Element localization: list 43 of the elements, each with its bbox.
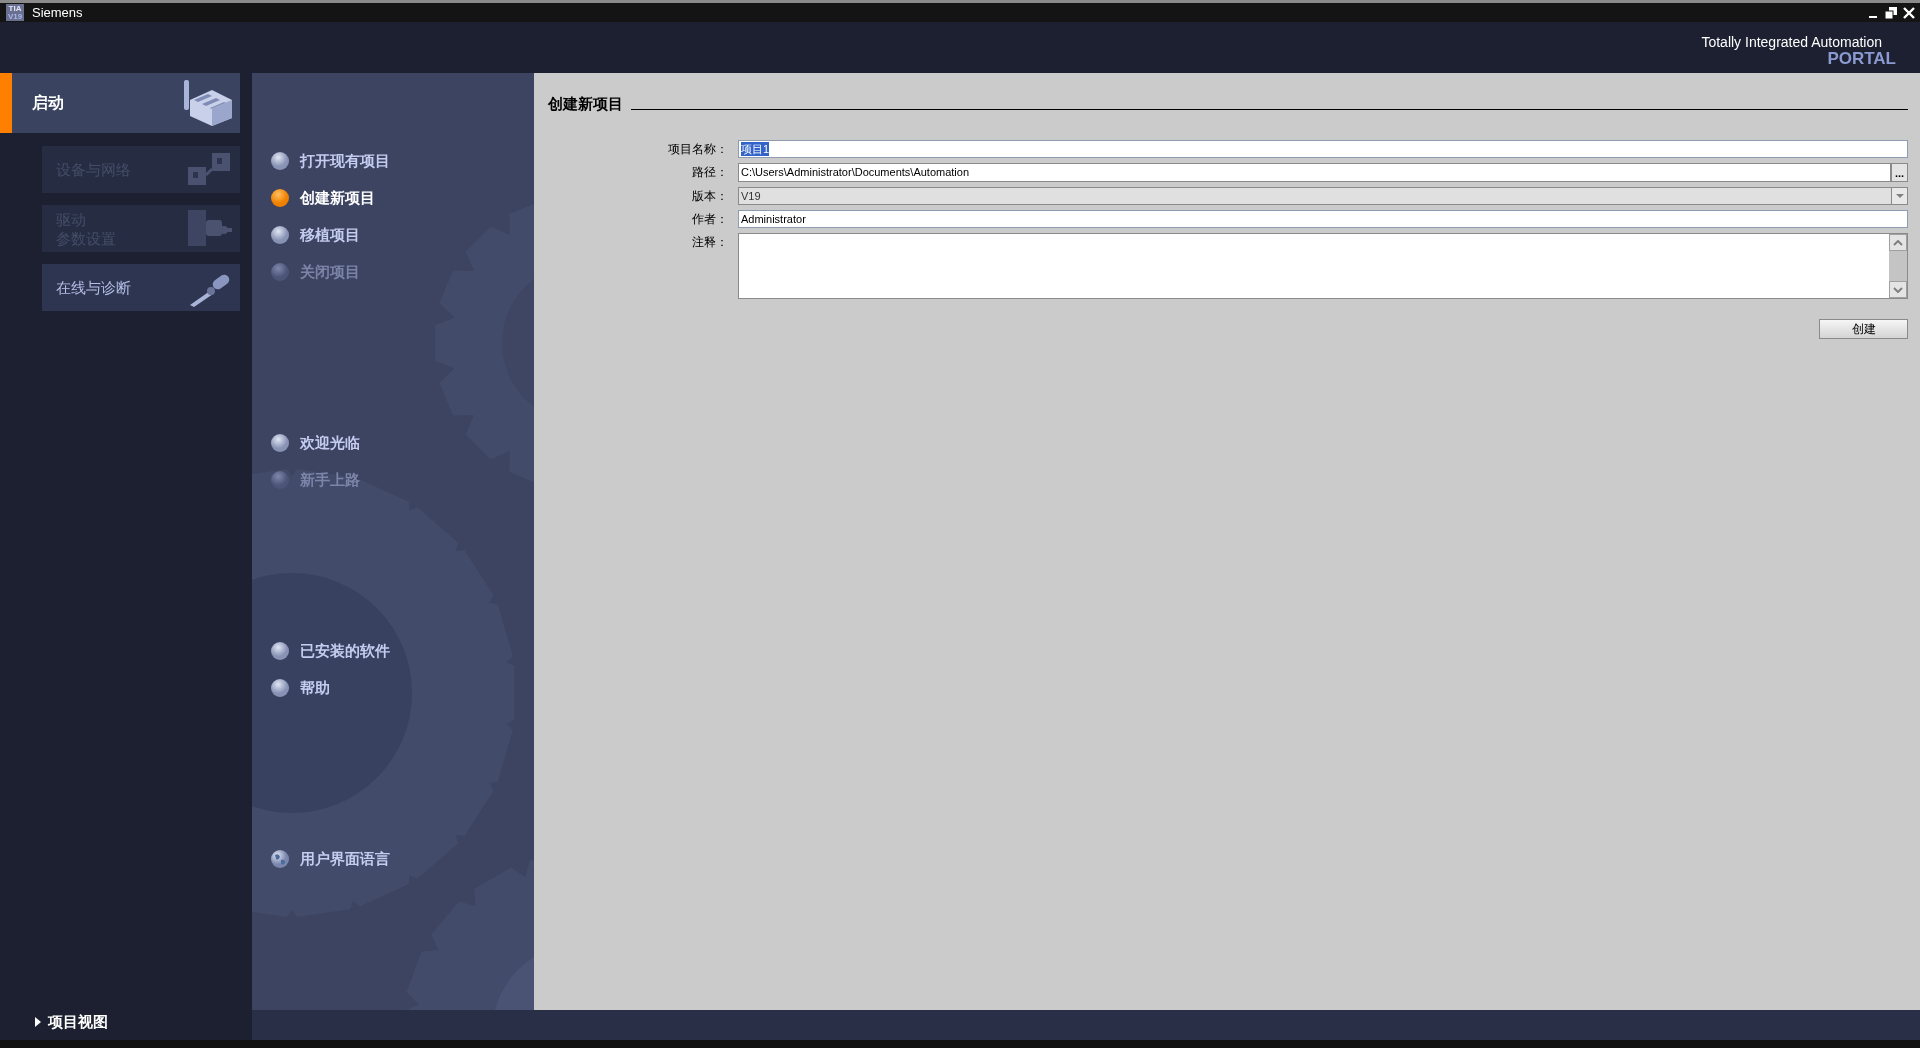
- restore-button[interactable]: [1884, 5, 1898, 20]
- factory-icon: [182, 78, 234, 128]
- field-label: 版本：: [691, 188, 728, 205]
- window-title: Siemens: [32, 3, 83, 22]
- bullet-icon: [270, 225, 290, 245]
- input-field[interactable]: Administrator: [738, 210, 1908, 228]
- field-label: 作者：: [691, 211, 728, 228]
- field-label: 路径：: [691, 164, 728, 181]
- product-title: PORTAL: [1827, 50, 1896, 68]
- minimize-icon: [1869, 15, 1877, 18]
- input-field[interactable]: 项目1: [738, 140, 1908, 158]
- action-item[interactable]: 创建新项目: [270, 186, 534, 210]
- bullet-icon: [270, 433, 290, 453]
- close-icon: [1903, 6, 1915, 19]
- restore-icon: [1885, 6, 1897, 19]
- field-label: 项目名称：: [667, 141, 728, 158]
- brand-title: Totally Integrated Automation: [1701, 34, 1882, 50]
- bullet-icon: [270, 678, 290, 698]
- bullet-icon: [270, 641, 290, 661]
- portal-button[interactable]: 在线与诊断: [42, 264, 240, 311]
- path-field[interactable]: C:\Users\Administrator\Documents\Automation: [738, 163, 1891, 182]
- bullet-icon: [270, 188, 290, 208]
- globe-icon: [270, 849, 290, 869]
- close-button[interactable]: [1902, 5, 1916, 20]
- bullet-icon: [270, 262, 290, 282]
- bullet-icon: [270, 470, 290, 490]
- caret-icon: [34, 1015, 42, 1028]
- start-portal-tab[interactable]: 启动: [0, 73, 240, 133]
- action-item[interactable]: 已安装的软件: [270, 639, 534, 663]
- create-button[interactable]: 创建: [1819, 319, 1908, 339]
- section-title: 创建新项目: [548, 95, 623, 113]
- action-item[interactable]: 用户界面语言: [270, 847, 534, 871]
- version-dropdown[interactable]: V19: [738, 187, 1908, 205]
- bullet-icon: [270, 151, 290, 171]
- project-view-link[interactable]: 项目视图: [34, 1010, 252, 1033]
- action-item[interactable]: 打开现有项目: [270, 149, 534, 173]
- action-item[interactable]: 移植项目: [270, 223, 534, 247]
- dropdown-arrow-icon: [1895, 194, 1904, 198]
- action-item[interactable]: 欢迎光临: [270, 431, 534, 455]
- action-item[interactable]: 帮助: [270, 676, 534, 700]
- browse-button[interactable]: ...: [1891, 163, 1908, 182]
- app-logo: TIA V19: [6, 4, 24, 21]
- field-label: 注释：: [691, 234, 728, 251]
